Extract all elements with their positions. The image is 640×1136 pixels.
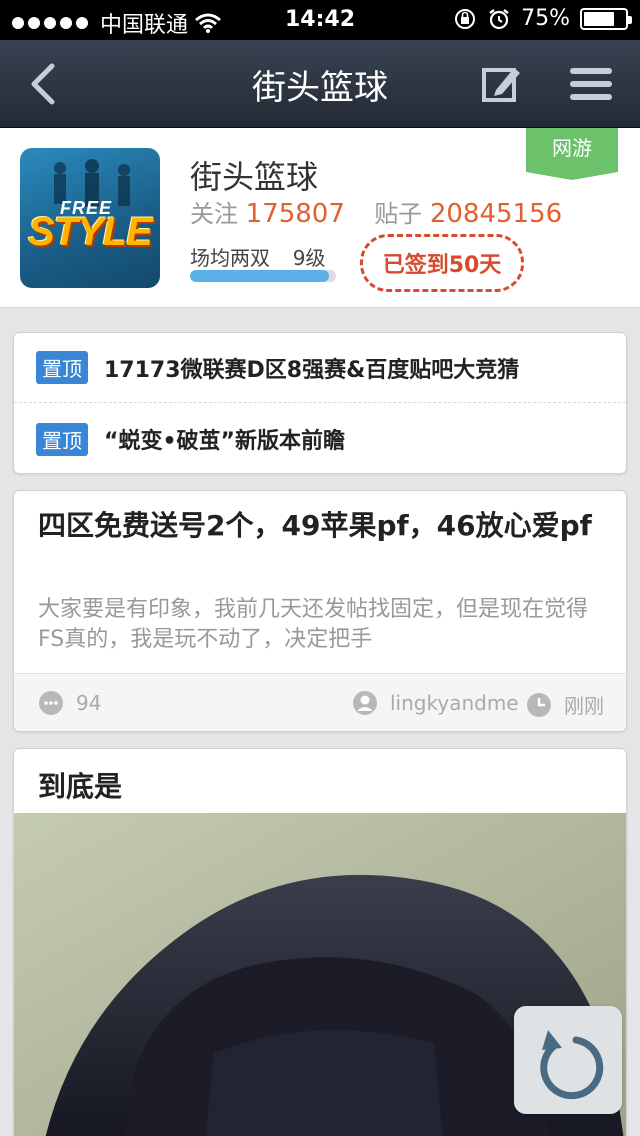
pinned-tag: 置顶	[36, 351, 88, 384]
wifi-icon	[195, 13, 221, 33]
pinned-thread-title: 17173微联赛D区8强赛&百度贴吧大竞猜	[104, 357, 520, 383]
thread-title: 到底是	[38, 770, 123, 803]
nav-bar: 街头篮球	[0, 40, 640, 128]
user-title: 场均两双	[190, 246, 270, 270]
logo-text-style: STYLE	[28, 210, 153, 254]
author-name: lingkyandme	[390, 691, 519, 715]
thread-card[interactable]: 四区免费送号2个，49苹果pf，46放心爱pf 大家要是有印象，我前几天还发帖找…	[13, 490, 627, 732]
pinned-thread-title: “蜕变•破茧”新版本前瞻	[104, 429, 345, 454]
follow-count: 175807	[245, 199, 345, 229]
user-avatar-icon	[353, 691, 377, 715]
forum-header: FREE STYLE 街头篮球 关注 175807 贴子 20845156 场均…	[0, 128, 640, 308]
category-tag: 网游	[526, 128, 618, 180]
thread-footer: 94 lingkyandme 刚刚	[14, 673, 626, 731]
posts-label: 贴子	[374, 200, 423, 228]
status-right: 75%	[453, 6, 632, 31]
thread-excerpt: 大家要是有印象，我前几天还发帖找固定，但是现在觉得FS真的，我是玩不动了，决定把…	[38, 597, 589, 652]
page-title: 街头篮球	[252, 68, 388, 108]
pinned-threads-card: 置顶 17173微联赛D区8强赛&百度贴吧大竞猜 置顶 “蜕变•破茧”新版本前瞻	[13, 332, 627, 474]
thread-author[interactable]: lingkyandme	[352, 690, 519, 716]
status-left: 中国联通	[12, 7, 222, 39]
level-progress-fill	[190, 270, 329, 282]
status-bar: 中国联通 14:42 75%	[0, 0, 640, 40]
thread-time: 刚刚	[526, 690, 604, 719]
alarm-icon	[489, 8, 509, 29]
thread-title: 四区免费送号2个，49苹果pf，46放心爱pf	[38, 509, 592, 542]
sign-in-button[interactable]: 已签到50天	[360, 234, 524, 292]
battery-level-fill	[584, 11, 614, 26]
refresh-icon[interactable]	[514, 1006, 622, 1114]
forum-logo[interactable]: FREE STYLE	[20, 148, 160, 288]
forum-name: 街头篮球	[190, 158, 319, 196]
compose-icon[interactable]	[476, 62, 524, 106]
comment-count-value: 94	[76, 691, 102, 715]
posts-count: 20845156	[429, 199, 563, 229]
forum-stats: 关注 175807 贴子 20845156	[190, 194, 562, 229]
pinned-thread-row[interactable]: 置顶 “蜕变•破茧”新版本前瞻	[14, 404, 626, 474]
user-level-label: 场均两双 9级	[190, 242, 325, 271]
thread-time-value: 刚刚	[564, 694, 604, 718]
level-progress-bar	[190, 270, 336, 282]
hamburger-menu-icon[interactable]	[566, 64, 616, 104]
battery-icon	[580, 7, 632, 30]
rotation-lock-icon	[455, 8, 476, 29]
comment-bubble-icon	[39, 691, 63, 715]
pinned-tag: 置顶	[36, 422, 88, 456]
user-level: 9级	[292, 246, 326, 270]
app-screen: { "status_bar": { "carrier": "中国联通", "ti…	[0, 0, 640, 1136]
carrier-name: 中国联通	[100, 13, 189, 38]
comment-count: 94	[38, 690, 101, 716]
follow-label: 关注	[190, 200, 238, 228]
battery-percent: 75%	[521, 6, 570, 31]
pinned-thread-row[interactable]: 置顶 17173微联赛D区8强赛&百度贴吧大竞猜	[14, 333, 626, 403]
signal-strength-icon	[12, 17, 88, 29]
clock-icon	[527, 692, 551, 717]
